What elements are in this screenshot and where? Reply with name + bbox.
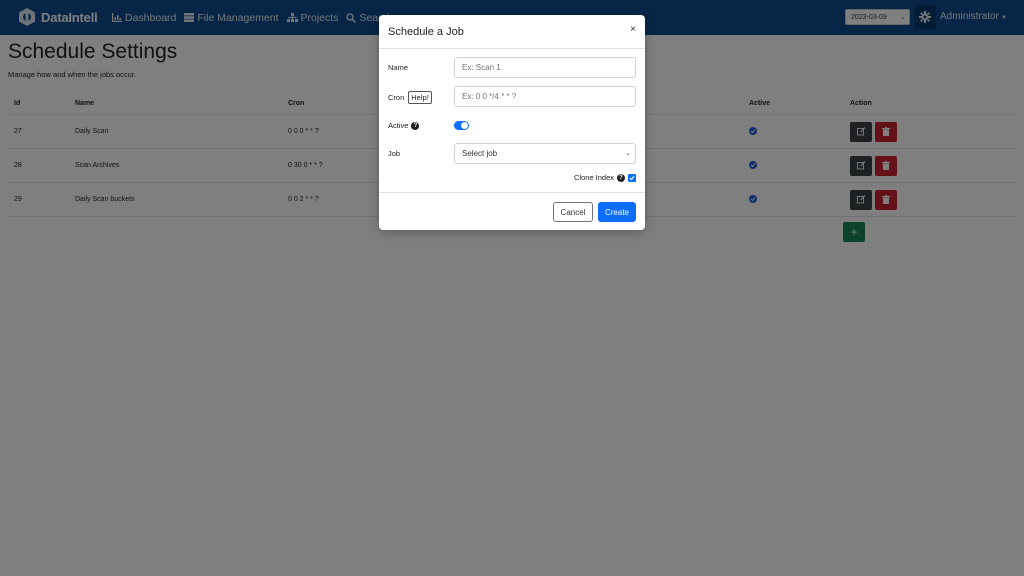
cron-label: Cron	[388, 93, 405, 102]
cancel-button[interactable]: Cancel	[553, 202, 593, 222]
job-select[interactable]: Select job ⌄	[454, 143, 636, 164]
checkmark-icon	[629, 175, 635, 180]
name-label: Name	[388, 63, 409, 72]
active-toggle[interactable]	[454, 121, 469, 130]
job-label: Job	[388, 149, 401, 158]
job-select-value: Select job	[462, 149, 498, 158]
modal-footer: Cancel Create	[379, 192, 645, 231]
chevron-down-icon: ⌄	[625, 150, 631, 157]
modal-header: Schedule a Job ×	[379, 15, 645, 49]
cron-input[interactable]	[454, 86, 636, 107]
cron-label-group: Cron Help!	[388, 91, 432, 104]
name-input[interactable]	[454, 57, 636, 78]
modal-title: Schedule a Job	[388, 26, 464, 38]
schedule-job-modal: Schedule a Job × Name Cron Help! Active …	[379, 15, 645, 230]
cron-help-button[interactable]: Help!	[408, 91, 432, 104]
clone-index-label: Clone Index	[573, 173, 614, 182]
help-circle-icon[interactable]: ?	[411, 121, 420, 130]
active-label-group: Active ?	[388, 121, 420, 130]
active-label: Active	[388, 121, 409, 130]
close-icon[interactable]: ×	[630, 24, 636, 35]
clone-index-row: Clone Index ?	[574, 173, 636, 182]
create-button[interactable]: Create	[598, 202, 636, 222]
help-circle-icon[interactable]: ?	[617, 173, 625, 182]
clone-index-checkbox[interactable]	[628, 173, 636, 182]
toggle-knob	[461, 122, 468, 129]
